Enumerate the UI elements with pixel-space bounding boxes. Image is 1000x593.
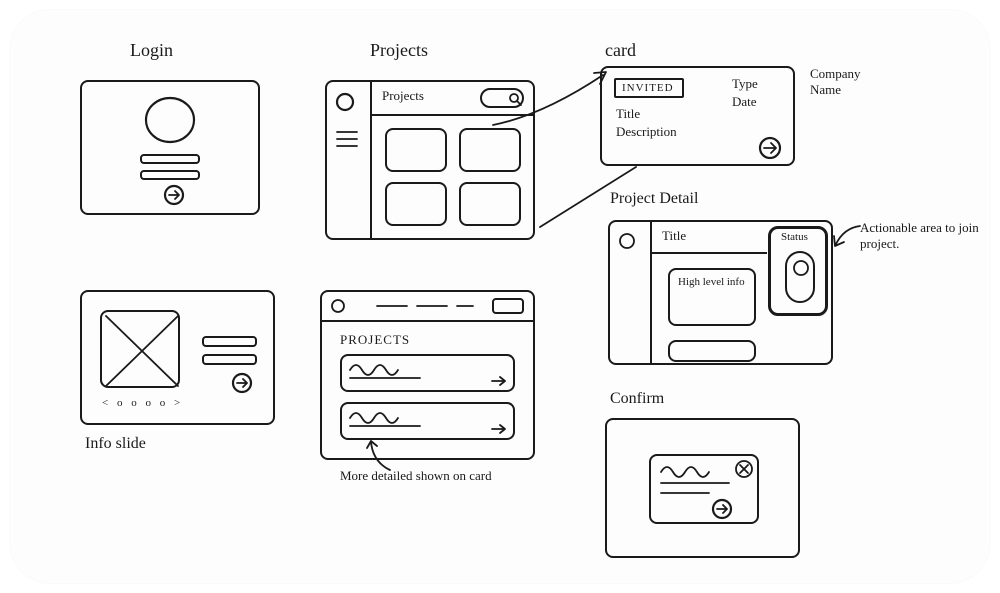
section <box>668 340 756 362</box>
arrow-right-icon[interactable] <box>711 498 737 522</box>
login-field-1[interactable] <box>140 154 200 164</box>
flow-arrow <box>488 65 618 135</box>
close-icon[interactable] <box>735 460 755 480</box>
invited-badge: INVITED <box>614 78 684 98</box>
sidebar <box>610 222 652 365</box>
login-label: Login <box>130 40 173 61</box>
actionable-note: Actionable area to join project. <box>860 220 980 253</box>
project-detail-frame: Title High level info Status <box>608 220 833 365</box>
status-panel[interactable]: Status <box>768 226 828 316</box>
info-slide-label: Info slide <box>85 435 146 453</box>
card-frame: INVITED Type Date Title Description <box>600 66 795 166</box>
card-type: Type <box>732 76 758 92</box>
detail-header: Title <box>652 222 767 254</box>
arrow-right-icon <box>492 424 510 436</box>
login-field-2[interactable] <box>140 170 200 180</box>
project-card[interactable] <box>385 182 447 226</box>
arrow-right-icon[interactable] <box>230 372 258 394</box>
toolbar <box>322 292 535 322</box>
project-card[interactable] <box>385 128 447 172</box>
pager-dots[interactable]: < o o o o > <box>102 397 183 409</box>
arrow-annotation <box>832 220 864 250</box>
arrow-right-icon[interactable] <box>758 136 786 162</box>
sidebar <box>327 82 372 240</box>
project-detail-label: Project Detail <box>610 190 698 208</box>
projects-label: Projects <box>370 40 428 61</box>
company-name-label: Company Name <box>810 66 890 98</box>
arrow-right-icon[interactable] <box>162 184 190 206</box>
project-row[interactable] <box>340 402 515 440</box>
login-frame <box>80 80 260 215</box>
projects-header: Projects <box>382 88 424 104</box>
info-field-2[interactable] <box>202 354 257 365</box>
confirm-frame <box>605 418 800 558</box>
wireframe-sheet: Login < o o o o > Info slide Projects <box>10 10 990 583</box>
project-row[interactable] <box>340 354 515 392</box>
arrow-annotation <box>365 440 395 475</box>
card-description: Description <box>616 124 677 140</box>
projects-list-header: PROJECTS <box>340 332 410 348</box>
menu-icon[interactable] <box>337 130 361 150</box>
toolbar-button[interactable] <box>492 298 524 314</box>
info-field-1[interactable] <box>202 336 257 347</box>
info-slide-frame: < o o o o > <box>80 290 275 425</box>
projects-list-frame: PROJECTS <box>320 290 535 460</box>
confirm-card <box>649 454 759 524</box>
card-label: card <box>605 40 636 61</box>
info-panel: High level info <box>668 268 756 326</box>
card-date: Date <box>732 94 757 110</box>
card-title: Title <box>616 106 640 122</box>
confirm-label: Confirm <box>610 390 664 408</box>
status-toggle[interactable] <box>785 251 815 303</box>
project-card[interactable] <box>459 182 521 226</box>
arrow-right-icon <box>492 376 510 388</box>
info-image <box>100 310 180 388</box>
